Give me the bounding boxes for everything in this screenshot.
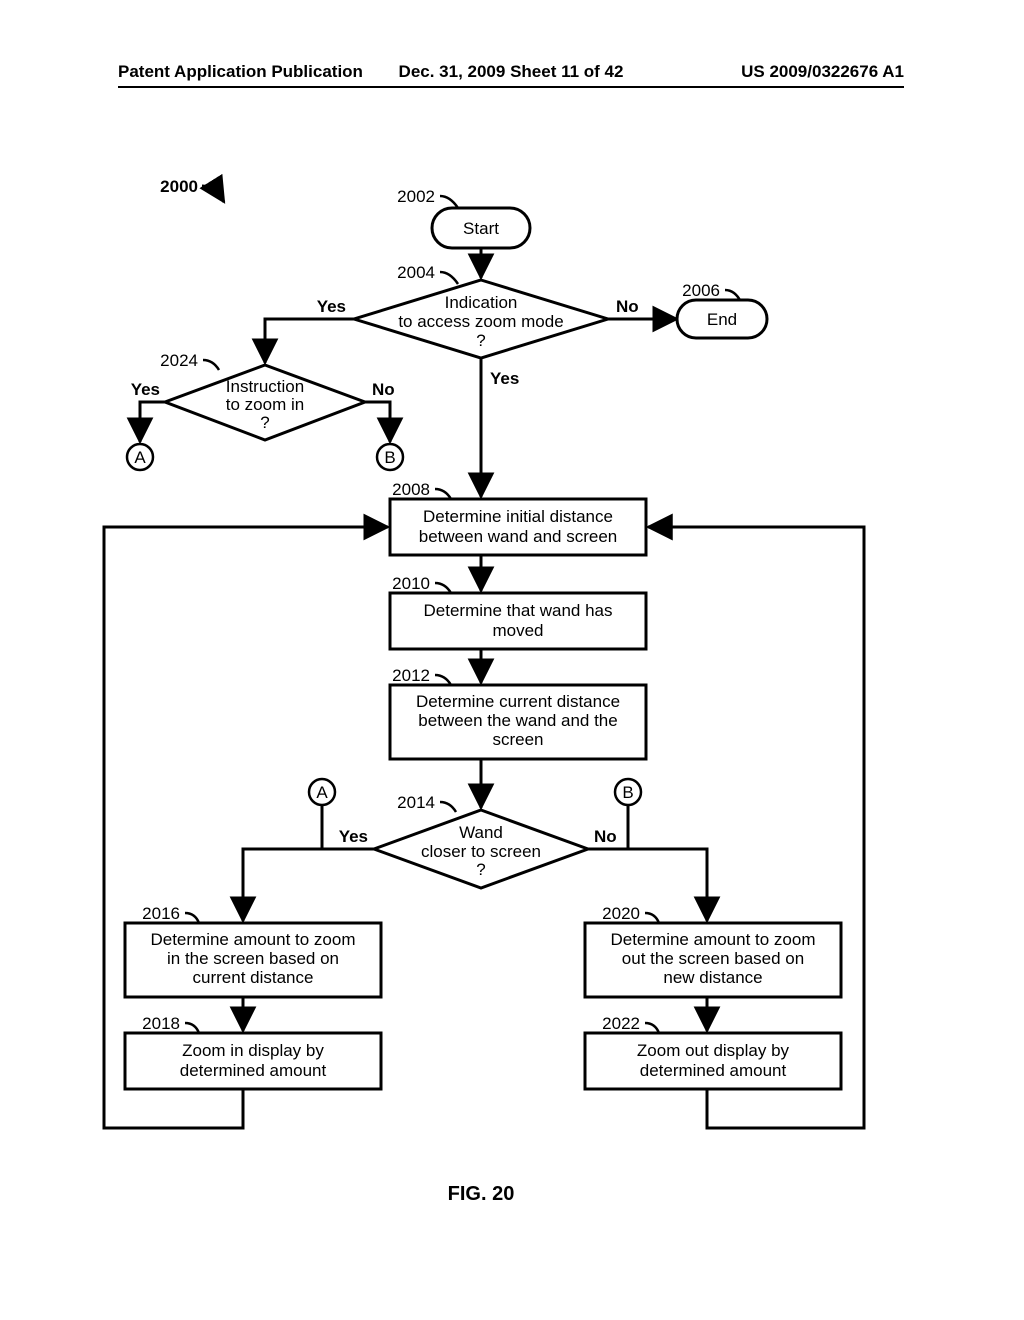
svg-text:Wand: Wand [459, 823, 503, 842]
svg-text:determined amount: determined amount [180, 1061, 327, 1080]
svg-text:new distance: new distance [663, 968, 762, 987]
decision-2014: Wand closer to screen ? [374, 810, 588, 888]
ref-2004: 2004 [397, 263, 435, 282]
ref-2000: 2000 [160, 177, 198, 196]
label-yes-2024: Yes [131, 380, 160, 399]
svg-text:A: A [316, 783, 328, 802]
label-no-2014: No [594, 827, 617, 846]
svg-text:?: ? [476, 860, 485, 879]
svg-text:Determine initial distance: Determine initial distance [423, 507, 613, 526]
ref-2022: 2022 [602, 1014, 640, 1033]
svg-text:A: A [134, 448, 146, 467]
terminal-start: Start [432, 208, 530, 248]
ref-2010: 2010 [392, 574, 430, 593]
svg-text:B: B [622, 783, 633, 802]
svg-text:Determine amount to zoom: Determine amount to zoom [150, 930, 355, 949]
svg-text:End: End [707, 310, 737, 329]
svg-text:screen: screen [492, 730, 543, 749]
svg-text:between wand and screen: between wand and screen [419, 527, 617, 546]
svg-text:Determine that wand has: Determine that wand has [424, 601, 613, 620]
svg-text:Zoom in display by: Zoom in display by [182, 1041, 324, 1060]
svg-text:Indication: Indication [445, 293, 518, 312]
flowchart: 2000 2002 Start 2004 Indication to acces… [0, 0, 1024, 1320]
svg-text:between the wand and the: between the wand and the [418, 711, 617, 730]
label-yes-2014: Yes [339, 827, 368, 846]
terminal-end: End [677, 300, 767, 338]
process-2020: Determine amount to zoom out the screen … [585, 923, 841, 997]
svg-text:to access zoom mode: to access zoom mode [398, 312, 563, 331]
svg-text:Determine amount to zoom: Determine amount to zoom [610, 930, 815, 949]
ref-2020: 2020 [602, 904, 640, 923]
svg-text:in the screen based on: in the screen based on [167, 949, 339, 968]
ref-2014: 2014 [397, 793, 435, 812]
svg-text:Zoom out display by: Zoom out display by [637, 1041, 790, 1060]
ref-2018: 2018 [142, 1014, 180, 1033]
process-2008: Determine initial distance between wand … [390, 499, 646, 555]
label-no-2024: No [372, 380, 395, 399]
process-2018: Zoom in display by determined amount [125, 1033, 381, 1089]
ref-2012: 2012 [392, 666, 430, 685]
svg-text:closer to screen: closer to screen [421, 842, 541, 861]
label-yes-2004: Yes [317, 297, 346, 316]
svg-text:moved: moved [492, 621, 543, 640]
ref-2006: 2006 [682, 281, 720, 300]
label-yes-2004-down: Yes [490, 369, 519, 388]
svg-text:?: ? [476, 331, 485, 350]
svg-text:current distance: current distance [193, 968, 314, 987]
svg-text:to zoom in: to zoom in [226, 395, 304, 414]
process-2016: Determine amount to zoom in the screen b… [125, 923, 381, 997]
svg-text:Start: Start [463, 219, 499, 238]
ref-2016: 2016 [142, 904, 180, 923]
svg-text:B: B [384, 448, 395, 467]
svg-text:Instruction: Instruction [226, 377, 304, 396]
process-2010: Determine that wand has moved [390, 593, 646, 649]
svg-text:?: ? [260, 413, 269, 432]
svg-text:determined amount: determined amount [640, 1061, 787, 1080]
ref-2008: 2008 [392, 480, 430, 499]
ref-2024: 2024 [160, 351, 198, 370]
svg-text:Determine current distance: Determine current distance [416, 692, 620, 711]
label-no-2004: No [616, 297, 639, 316]
figure-title: FIG. 20 [448, 1183, 515, 1205]
svg-text:out the screen based on: out the screen based on [622, 949, 804, 968]
ref-2002: 2002 [397, 187, 435, 206]
decision-2024: Instruction to zoom in ? [165, 365, 365, 440]
process-2012: Determine current distance between the w… [390, 685, 646, 759]
process-2022: Zoom out display by determined amount [585, 1033, 841, 1089]
decision-2004: Indication to access zoom mode ? [354, 280, 608, 358]
